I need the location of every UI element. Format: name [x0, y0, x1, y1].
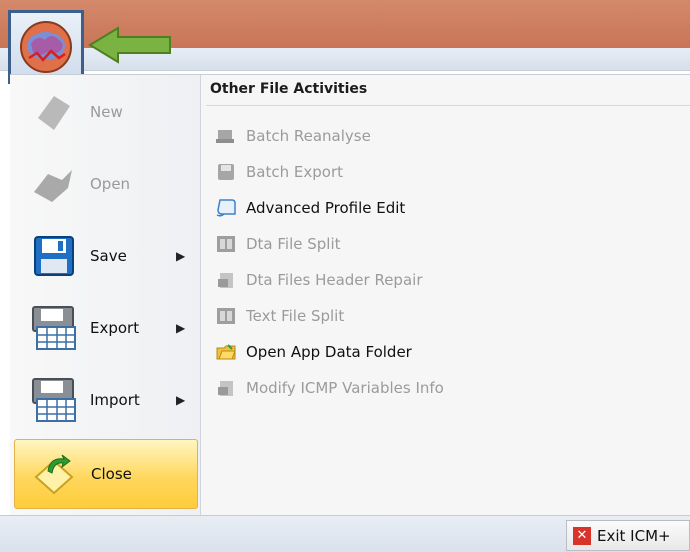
exit-button[interactable]: ✕ Exit ICM+ — [566, 520, 690, 551]
application-menu: New Open Save ▶ Export ▶ Import ▶ Close … — [10, 74, 690, 516]
menu-item-label: Export — [90, 319, 140, 337]
item-label: Dta File Split — [246, 235, 341, 253]
close-icon: ✕ — [573, 526, 591, 545]
save-floppy-icon — [24, 228, 84, 284]
advanced-profile-edit-item[interactable]: Advanced Profile Edit — [215, 195, 405, 221]
modify-icmp-variables-item[interactable]: Modify ICMP Variables Info — [215, 375, 444, 401]
film-split-icon — [215, 233, 237, 255]
menu-item-close[interactable]: Close — [14, 439, 198, 509]
pointer-arrow-icon — [88, 26, 171, 64]
profile-edit-icon — [215, 197, 237, 219]
app-menu-button[interactable] — [8, 10, 84, 84]
menu-item-new[interactable]: New — [14, 77, 198, 147]
menu-item-import[interactable]: Import ▶ — [14, 365, 198, 435]
item-label: Modify ICMP Variables Info — [246, 379, 444, 397]
menu-item-label: New — [90, 103, 123, 121]
batch-export-item[interactable]: Batch Export — [215, 159, 343, 185]
new-document-icon — [24, 84, 84, 140]
batch-reanalyse-item[interactable]: Batch Reanalyse — [215, 123, 371, 149]
dta-file-split-item[interactable]: Dta File Split — [215, 231, 341, 257]
item-label: Dta Files Header Repair — [246, 271, 423, 289]
item-label: Batch Reanalyse — [246, 127, 371, 145]
menu-item-label: Save — [90, 247, 127, 265]
batch-export-icon — [215, 161, 237, 183]
item-label: Text File Split — [246, 307, 345, 325]
menu-item-label: Close — [91, 465, 132, 483]
item-label: Advanced Profile Edit — [246, 199, 406, 217]
close-document-icon — [25, 446, 85, 502]
open-app-data-folder-item[interactable]: Open App Data Folder — [215, 339, 412, 365]
modify-variables-icon — [215, 377, 237, 399]
dta-files-header-repair-item[interactable]: Dta Files Header Repair — [215, 267, 422, 293]
menu-item-label: Import — [90, 391, 140, 409]
header-repair-icon — [215, 269, 237, 291]
batch-reanalyse-icon — [215, 125, 237, 147]
menu-item-save[interactable]: Save ▶ — [14, 221, 198, 291]
menu-item-label: Open — [90, 175, 131, 193]
film-split-icon — [215, 305, 237, 327]
menu-item-open[interactable]: Open — [14, 149, 198, 219]
export-floppy-icon — [24, 300, 84, 356]
section-divider — [206, 105, 690, 106]
import-floppy-icon — [24, 372, 84, 428]
submenu-arrow-icon: ▶ — [176, 393, 186, 407]
exit-label: Exit ICM+ — [597, 526, 671, 545]
text-file-split-item[interactable]: Text File Split — [215, 303, 344, 329]
section-title: Other File Activities — [210, 81, 368, 97]
item-label: Open App Data Folder — [246, 343, 412, 361]
item-label: Batch Export — [246, 163, 343, 181]
submenu-arrow-icon: ▶ — [176, 249, 186, 263]
open-folder-icon — [24, 156, 84, 212]
brain-logo-icon — [20, 21, 72, 73]
submenu-arrow-icon: ▶ — [176, 321, 186, 335]
menu-item-export[interactable]: Export ▶ — [14, 293, 198, 363]
folder-icon — [215, 341, 237, 363]
